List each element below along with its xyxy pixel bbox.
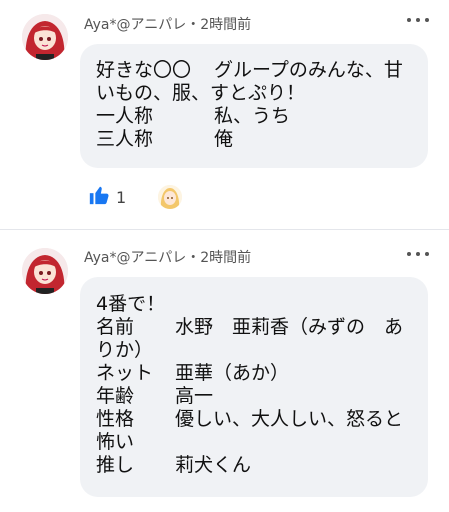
header-separator: ・ bbox=[186, 250, 201, 266]
comment-line: 4番で！ bbox=[96, 293, 166, 315]
comment-line: りか） bbox=[96, 339, 154, 361]
comment-line: ネット 亜華（あか） bbox=[96, 362, 290, 384]
reaction-avatar-icon[interactable] bbox=[158, 185, 183, 209]
comment-line: 好きな〇〇 グループのみんな、甘 bbox=[96, 59, 403, 81]
thumbs-up-icon[interactable] bbox=[88, 184, 110, 210]
comment-line: 性格 優しい、大人しい、怒ると bbox=[96, 408, 404, 430]
author-avatar[interactable] bbox=[22, 248, 68, 294]
comment-divider bbox=[0, 229, 449, 230]
timestamp[interactable]: 2時間前 bbox=[200, 250, 251, 266]
like-count[interactable]: 1 bbox=[116, 188, 126, 207]
reactions-bar: 1 bbox=[88, 182, 183, 212]
comment-line: 一人称 私、うち bbox=[96, 105, 291, 127]
comment-line: いもの、服、すとぷり！ bbox=[96, 82, 306, 104]
comment-bubble: 好きな〇〇 グループのみんな、甘 いもの、服、すとぷり！ 一人称 私、うち 三人称俺 bbox=[80, 44, 428, 168]
more-dots-icon[interactable] bbox=[407, 247, 429, 261]
comment-line: 推し 莉犬くん bbox=[96, 454, 252, 476]
comment-bubble: 4番で！ 名前 水野 亜莉香（みずの あ りか） ネット 亜華（あか） 年齢 高一 性… bbox=[80, 277, 428, 497]
comment-header: Aya*@アニパレ・2時間前 bbox=[84, 14, 251, 34]
more-dots-icon[interactable] bbox=[407, 13, 429, 27]
author-avatar[interactable] bbox=[22, 14, 68, 60]
comment-line: 名前 水野 亜莉香（みずの あ bbox=[96, 316, 404, 338]
comment-line: 年齢 高一 bbox=[96, 385, 214, 407]
author-name[interactable]: Aya*@アニパレ bbox=[84, 17, 186, 33]
timestamp[interactable]: 2時間前 bbox=[200, 17, 251, 33]
comment-header: Aya*@アニパレ・2時間前 bbox=[84, 247, 251, 267]
comment-line: 三人称俺 bbox=[96, 128, 234, 150]
header-separator: ・ bbox=[186, 17, 201, 33]
author-name[interactable]: Aya*@アニパレ bbox=[84, 250, 186, 266]
comment-line: 怖い bbox=[96, 431, 135, 453]
